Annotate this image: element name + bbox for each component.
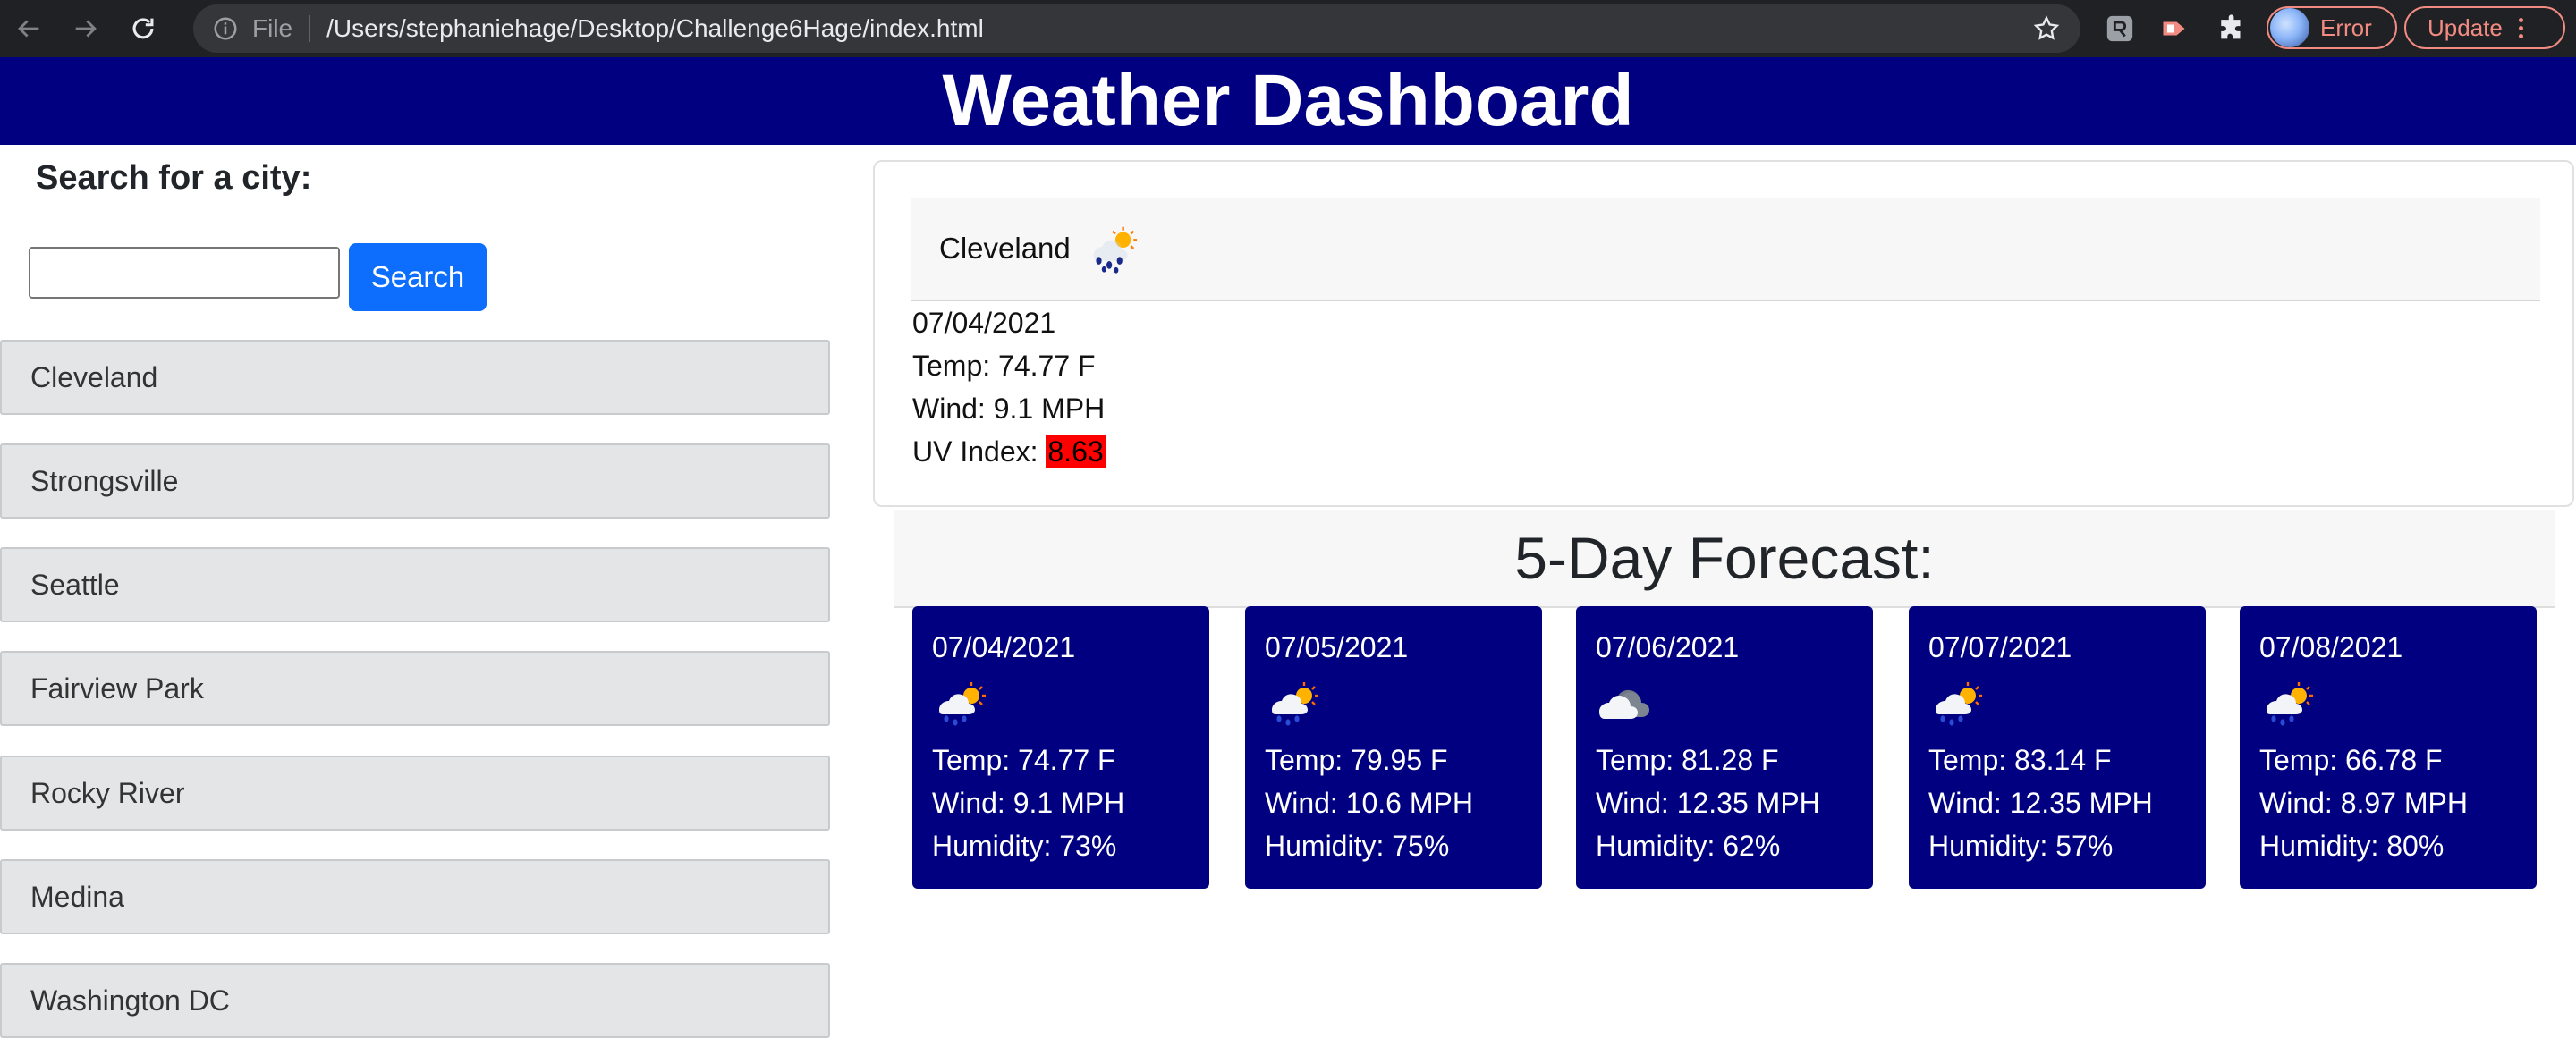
page-title: Weather Dashboard: [942, 60, 1634, 141]
forecast-date: 07/06/2021: [1596, 631, 1740, 663]
current-weather-card: Cleveland 07/04/2021 Temp: 74.77 F Wind:…: [873, 160, 2574, 507]
forecast-temp: Temp: 81.28 F: [1596, 744, 1779, 776]
cloud-icon: [1599, 689, 1649, 719]
page-header: Weather Dashboard: [0, 57, 2576, 145]
forecast-humidity: Humidity: 57%: [1928, 830, 2114, 862]
update-label: Update: [2428, 13, 2503, 41]
current-wind: Wind: 9.1 MPH: [912, 393, 1106, 425]
forecast-header: 5-Day Forecast:: [894, 510, 2555, 608]
rain-sun-icon: [2267, 682, 2313, 726]
forecast-card: 07/04/2021 Temp: 74.77 F Wind: 9.1 MPH H…: [912, 606, 1209, 889]
history-city-button[interactable]: Rocky River: [0, 756, 830, 831]
back-button[interactable]: [0, 0, 57, 57]
forecast-card: 07/06/2021 Temp: 81.28 F Wind: 12.35 MPH…: [1576, 606, 1873, 889]
browser-toolbar: File /Users/stephaniehage/Desktop/Challe…: [0, 0, 2576, 57]
record-extension-icon[interactable]: [2159, 13, 2191, 45]
forecast-wind: Wind: 8.97 MPH: [2259, 787, 2468, 819]
site-info-icon[interactable]: [211, 14, 240, 43]
forecast-humidity: Humidity: 73%: [932, 830, 1117, 862]
extension-icon[interactable]: [2104, 13, 2136, 45]
search-button[interactable]: Search: [349, 243, 487, 311]
profile-status-text: Error: [2320, 13, 2372, 41]
profile-error-button[interactable]: Error: [2267, 6, 2397, 49]
url-text[interactable]: /Users/stephaniehage/Desktop/Challenge6H…: [326, 14, 984, 43]
search-label: Search for a city:: [36, 159, 312, 197]
forecast-date: 07/04/2021: [932, 631, 1076, 663]
forecast-wind: Wind: 10.6 MPH: [1265, 787, 1473, 819]
forecast-card: 07/08/2021 Temp: 66.78 F Wind: 8.97 MPH …: [2240, 606, 2537, 889]
url-scheme: File: [252, 14, 293, 42]
rain-sun-icon: [1936, 682, 1982, 726]
history-city-button[interactable]: Cleveland: [0, 340, 830, 415]
forecast-wind: Wind: 9.1 MPH: [932, 787, 1125, 819]
forecast-temp: Temp: 66.78 F: [2259, 744, 2443, 776]
forecast-card: 07/05/2021 Temp: 79.95 F Wind: 10.6 MPH …: [1245, 606, 1542, 889]
forward-arrow-icon: [75, 20, 97, 38]
forecast-humidity: Humidity: 75%: [1265, 830, 1450, 862]
more-menu-icon: [2518, 17, 2523, 38]
history-city-button[interactable]: Washington DC: [0, 963, 830, 1038]
current-city-name: Cleveland: [939, 232, 1071, 265]
forecast-wind: Wind: 12.35 MPH: [1928, 787, 2153, 819]
history-city-button[interactable]: Medina: [0, 859, 830, 934]
puzzle-extensions-icon[interactable]: [2216, 13, 2249, 45]
back-arrow-icon: [18, 20, 39, 38]
reload-button[interactable]: [114, 0, 172, 57]
history-city-button[interactable]: Seattle: [0, 547, 830, 622]
rain-sun-icon: [1272, 682, 1318, 726]
reload-icon: [132, 18, 154, 39]
current-date: 07/04/2021: [912, 307, 1056, 339]
address-bar[interactable]: File /Users/stephaniehage/Desktop/Challe…: [193, 4, 2080, 53]
forward-button[interactable]: [57, 0, 114, 57]
url-divider: [309, 15, 311, 42]
forecast-humidity: Humidity: 80%: [2259, 830, 2445, 862]
forecast-date: 07/08/2021: [2259, 631, 2403, 663]
forecast-humidity: Humidity: 62%: [1596, 830, 1781, 862]
current-uv: UV Index: 8.63: [912, 435, 1106, 469]
history-city-button[interactable]: Fairview Park: [0, 651, 830, 726]
forecast-temp: Temp: 79.95 F: [1265, 744, 1448, 776]
avatar: [2270, 8, 2309, 47]
rain-sun-icon: [939, 682, 986, 726]
forecast-temp: Temp: 74.77 F: [932, 744, 1115, 776]
current-weather-header: Cleveland: [911, 198, 2540, 301]
current-temp: Temp: 74.77 F: [912, 350, 1096, 382]
forecast-date: 07/07/2021: [1928, 631, 2072, 663]
forecast-title: 5-Day Forecast:: [1514, 525, 1935, 591]
update-button[interactable]: Update: [2404, 6, 2565, 49]
forecast-temp: Temp: 83.14 F: [1928, 744, 2112, 776]
bookmark-star-icon[interactable]: [2032, 14, 2061, 43]
forecast-card: 07/07/2021 Temp: 83.14 F Wind: 12.35 MPH…: [1909, 606, 2206, 889]
uv-index-badge: 8.63: [1046, 435, 1106, 468]
rain-sun-icon: [1093, 226, 1137, 274]
forecast-date: 07/05/2021: [1265, 631, 1409, 663]
forecast-wind: Wind: 12.35 MPH: [1596, 787, 1820, 819]
uv-label: UV Index:: [912, 435, 1046, 468]
city-search-input[interactable]: [29, 247, 340, 299]
history-city-button[interactable]: Strongsville: [0, 443, 830, 519]
